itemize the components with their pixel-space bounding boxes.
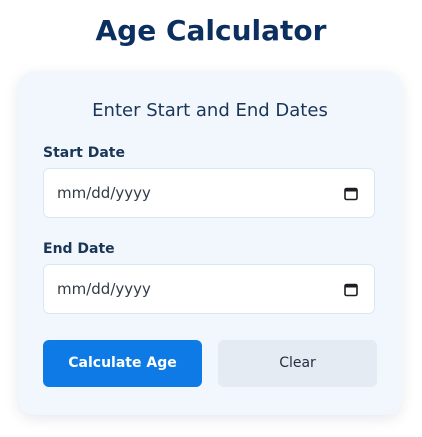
- end-date-label: End Date: [43, 241, 115, 257]
- age-calculator-page: Age Calculator Enter Start and End Dates…: [0, 0, 422, 437]
- calendar-icon[interactable]: [344, 186, 358, 201]
- start-date-input[interactable]: mm/dd/yyyy: [43, 168, 375, 218]
- page-title: Age Calculator: [95, 14, 327, 47]
- card-heading: Enter Start and End Dates: [92, 100, 328, 121]
- date-form-card: Enter Start and End Dates Start Date mm/…: [18, 71, 402, 415]
- calendar-icon[interactable]: [344, 282, 358, 297]
- clear-button[interactable]: Clear: [218, 340, 377, 387]
- end-date-placeholder: mm/dd/yyyy: [57, 280, 151, 298]
- start-date-placeholder: mm/dd/yyyy: [57, 184, 151, 202]
- start-date-label: Start Date: [43, 145, 125, 161]
- end-date-input[interactable]: mm/dd/yyyy: [43, 264, 375, 314]
- calculate-age-button[interactable]: Calculate Age: [43, 340, 202, 387]
